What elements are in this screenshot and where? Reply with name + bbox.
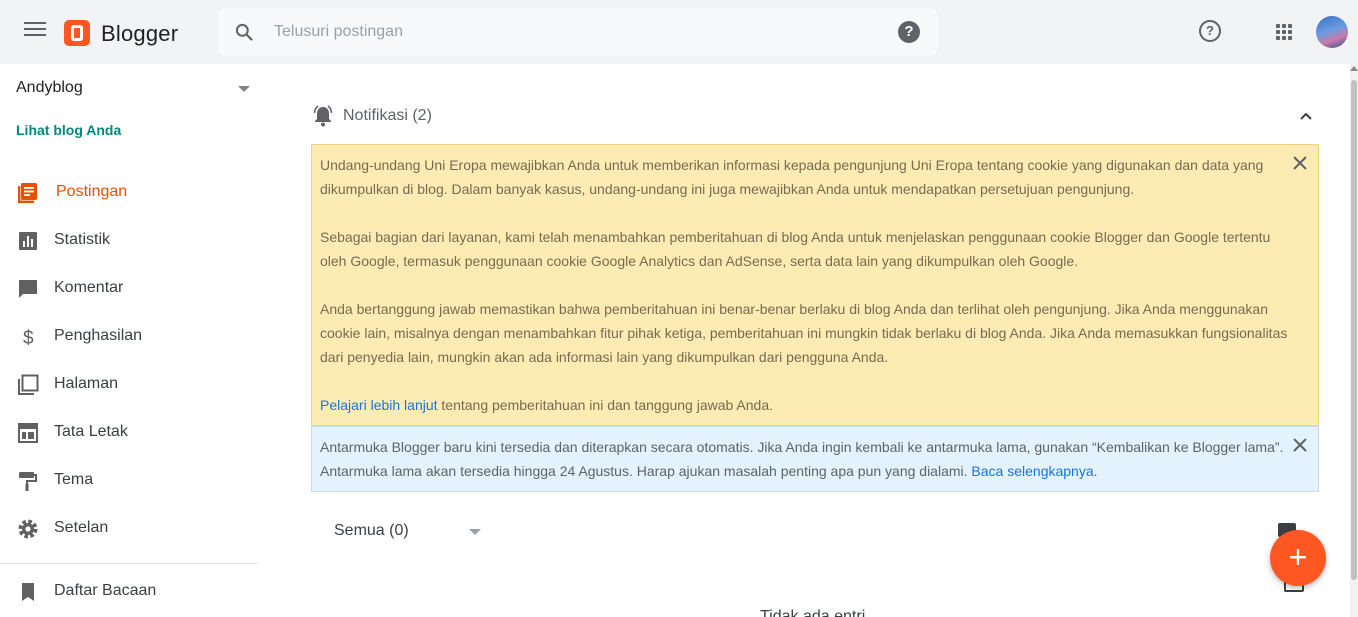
cookie-notice-paragraph: Sebagai bagian dari layanan, kami telah … [320,229,1271,269]
sidebar-item-komentar[interactable]: Komentar [0,267,258,311]
search-bar[interactable]: ? [218,8,938,56]
blogger-logo-icon[interactable] [64,20,90,46]
sidebar-item-label: Setelan [54,519,109,536]
help-icon[interactable]: ? [1199,20,1221,42]
search-help-icon[interactable]: ? [898,21,920,43]
cookie-notice-paragraph: Anda bertanggung jawab memastikan bahwa … [320,301,1288,365]
sidebar: Andyblog Lihat blog Anda Postingan Stati… [0,64,258,617]
avatar[interactable] [1316,16,1348,48]
sidebar-item-postingan[interactable]: Postingan [0,171,258,215]
learn-more-link[interactable]: Pelajari lebih lanjut [320,397,438,413]
sidebar-item-label: Statistik [54,231,111,248]
caret-down-icon[interactable] [469,529,481,535]
apps-grid-icon[interactable] [1276,24,1292,40]
dollar-icon: $ [23,328,34,349]
new-interface-notice-body: Antarmuka Blogger baru kini tersedia dan… [320,439,1284,479]
new-interface-notice-text: Antarmuka Blogger baru kini tersedia dan… [320,435,1290,483]
sidebar-item-label: Tema [54,471,94,488]
menu-icon[interactable] [24,22,46,42]
sidebar-item-penghasilan[interactable]: $ Penghasilan [0,315,258,359]
sidebar-divider [0,563,258,564]
close-icon[interactable] [1292,437,1308,453]
comment-icon [19,280,37,298]
gear-icon [18,519,38,539]
sidebar-item-halaman[interactable]: Halaman [0,363,258,407]
caret-down-icon[interactable] [238,86,250,92]
bookmark-icon [22,583,34,601]
layout-icon [18,423,38,443]
sidebar-item-label: Daftar Bacaan [54,582,157,599]
scrollbar-thumb[interactable] [1351,80,1357,580]
sidebar-item-tema[interactable]: Tema [0,459,258,503]
cookie-notice-footer-text: tentang pemberitahuan ini dan tanggung j… [437,397,774,413]
view-blog-link[interactable]: Lihat blog Anda [16,122,121,138]
brand-name[interactable]: Blogger [101,21,178,47]
sidebar-item-label: Tata Letak [54,423,128,440]
scroll-up-arrow-icon[interactable] [1350,66,1358,71]
notifications-header[interactable]: Notifikasi (2) [312,104,1322,128]
sidebar-item-label: Halaman [54,375,119,392]
stats-icon [19,232,37,250]
sidebar-item-setelan[interactable]: Setelan [0,507,258,551]
sidebar-item-daftar-bacaan[interactable]: Daftar Bacaan [0,570,258,614]
sidebar-item-label: Postingan [56,183,128,200]
cookie-notice-panel: Undang-undang Uni Eropa mewajibkan Anda … [311,144,1319,426]
posts-filter-dropdown[interactable]: Semua (0) [334,522,409,540]
close-icon[interactable] [1292,155,1308,171]
sidebar-item-label: Penghasilan [54,327,143,344]
sidebar-item-statistik[interactable]: Statistik [0,219,258,263]
sidebar-item-label: Komentar [54,279,124,296]
pages-icon [18,374,39,395]
cookie-notice-footer: Pelajari lebih lanjut tentang pemberitah… [320,393,1290,417]
read-more-link[interactable]: Baca selengkapnya. [971,463,1097,479]
new-post-button[interactable]: + [1270,530,1326,586]
new-interface-notice-panel: Antarmuka Blogger baru kini tersedia dan… [311,426,1319,492]
paint-roller-icon [19,472,37,491]
blog-selector[interactable]: Andyblog [16,79,83,97]
empty-posts-message: Tidak ada entri [760,608,866,617]
main-content: Notifikasi (2) Undang-undang Uni Eropa m… [258,64,1350,617]
chevron-up-icon[interactable] [1300,110,1312,122]
posts-icon [18,183,37,203]
svg-text:$: $ [23,328,34,349]
search-icon[interactable] [234,22,254,42]
notifications-title: Notifikasi (2) [343,107,432,124]
app-header: Blogger ? ? [0,0,1358,64]
cookie-notice-paragraph: Undang-undang Uni Eropa mewajibkan Anda … [320,157,1264,197]
sidebar-item-tata-letak[interactable]: Tata Letak [0,411,258,455]
search-input[interactable] [274,18,874,46]
bell-icon [313,105,333,127]
